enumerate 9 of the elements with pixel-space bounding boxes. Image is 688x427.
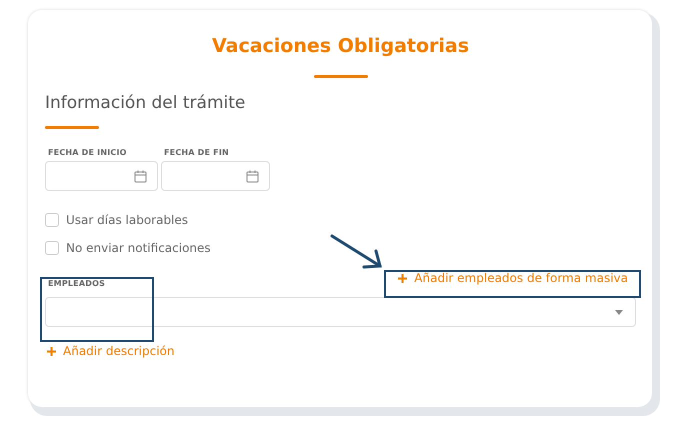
field-label: FECHA DE INICIO	[47, 148, 128, 157]
section-heading: Información del trámite	[45, 92, 246, 114]
checkbox-label: Usar días laborables	[66, 213, 188, 227]
field-label: FECHA DE FIN	[163, 148, 230, 157]
add-description-link[interactable]: Añadir descripción	[47, 344, 174, 358]
bulk-add-link[interactable]: Añadir empleados de forma masiva	[398, 271, 628, 285]
page-title: Vacaciones Obligatorias	[210, 34, 470, 58]
checkbox-label: No enviar notificaciones	[66, 241, 211, 255]
field-label: EMPLEADOS	[47, 279, 106, 288]
